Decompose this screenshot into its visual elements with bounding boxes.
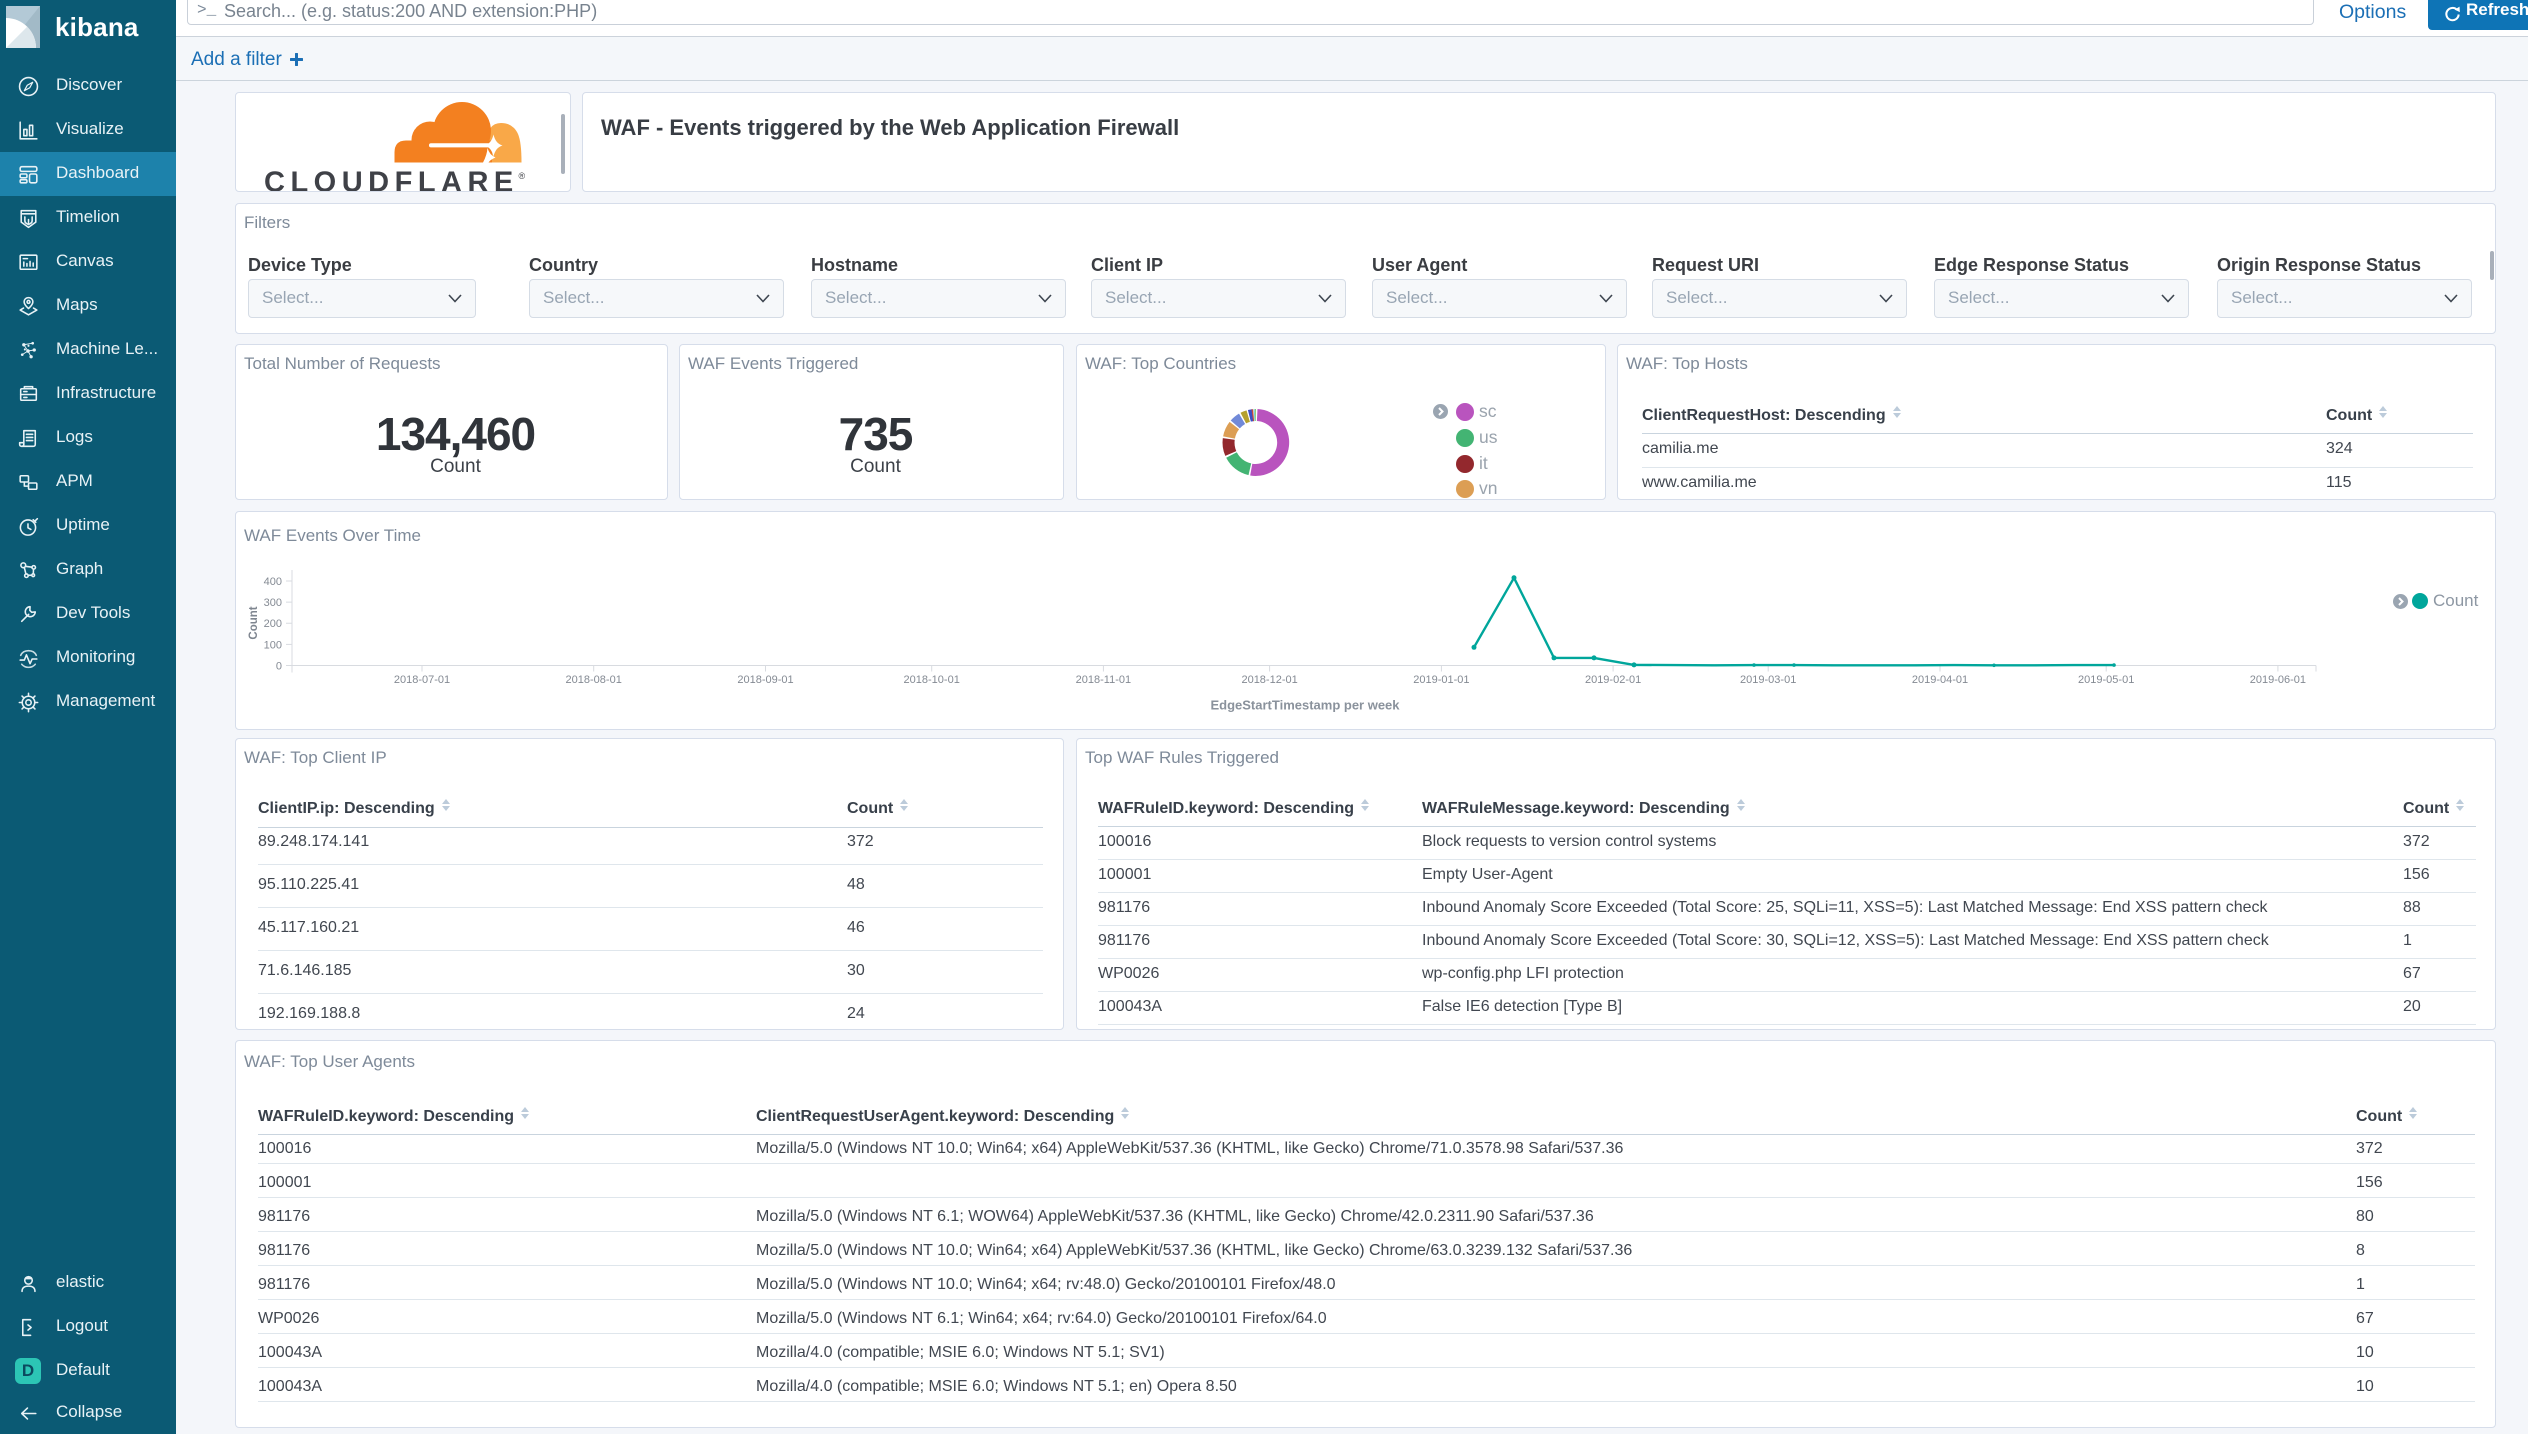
svg-text:2019-06-01: 2019-06-01	[2250, 674, 2306, 686]
svg-text:300: 300	[264, 597, 282, 609]
svg-text:CLOUDFLARE: CLOUDFLARE	[264, 167, 519, 193]
svg-text:2019-01-01: 2019-01-01	[1413, 674, 1469, 686]
svg-text:100: 100	[264, 639, 282, 651]
svg-text:400: 400	[264, 576, 282, 588]
svg-text:0: 0	[276, 661, 282, 673]
svg-text:2018-11-01: 2018-11-01	[1076, 674, 1131, 686]
svg-text:EdgeStartTimestamp per week: EdgeStartTimestamp per week	[1210, 698, 1400, 713]
svg-text:2018-09-01: 2018-09-01	[737, 674, 793, 686]
svg-text:2019-05-01: 2019-05-01	[2078, 674, 2134, 686]
svg-text:2019-04-01: 2019-04-01	[1912, 674, 1968, 686]
svg-text:2018-08-01: 2018-08-01	[566, 674, 622, 686]
svg-text:2018-07-01: 2018-07-01	[394, 674, 450, 686]
svg-text:Count: Count	[248, 606, 260, 639]
svg-text:2019-02-01: 2019-02-01	[1585, 674, 1641, 686]
svg-text:200: 200	[264, 618, 282, 630]
svg-text:®: ®	[519, 171, 526, 181]
svg-text:2019-03-01: 2019-03-01	[1740, 674, 1796, 686]
svg-text:2018-12-01: 2018-12-01	[1241, 674, 1297, 686]
svg-text:2018-10-01: 2018-10-01	[904, 674, 960, 686]
